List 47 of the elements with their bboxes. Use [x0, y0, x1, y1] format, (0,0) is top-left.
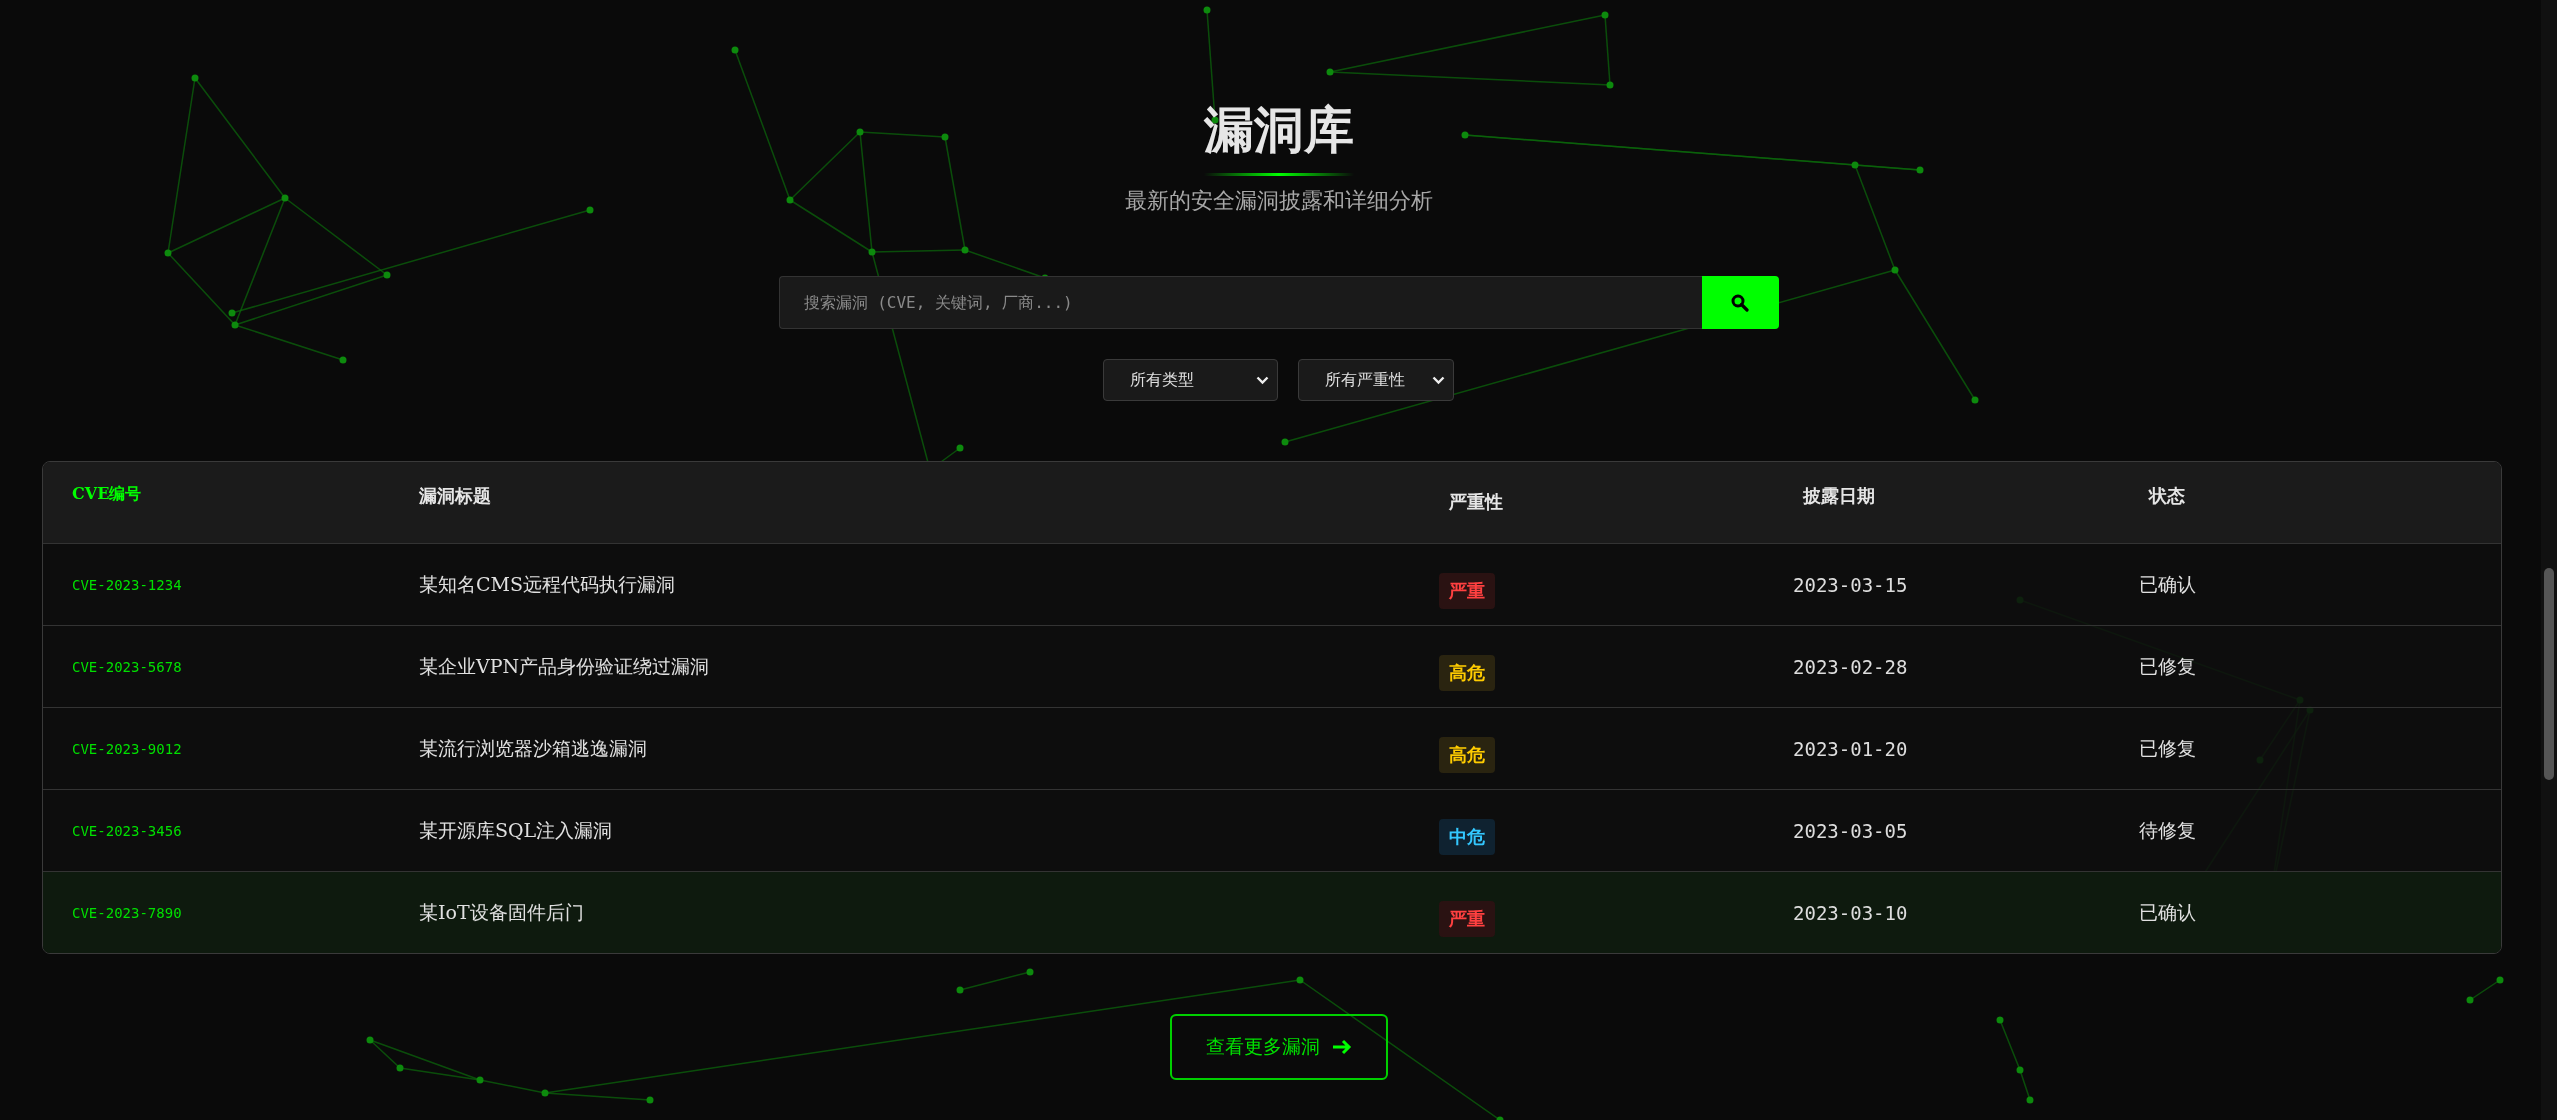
column-header: 状态	[2149, 484, 2186, 508]
status-text: 待修复	[2139, 817, 2197, 843]
cve-id[interactable]: CVE-2023-9012	[43, 740, 419, 757]
table-row[interactable]: CVE-2023-1234 某知名CMS远程代码执行漏洞 严重 2023-03-15 已确认	[43, 543, 2501, 625]
table-row[interactable]: CVE-2023-5678 某企业VPN产品身份验证绕过漏洞 高危 2023-02-28 已修复	[43, 625, 2501, 707]
column-header: 漏洞标题	[419, 484, 492, 508]
status-text: 已修复	[2139, 653, 2197, 679]
cve-id[interactable]: CVE-2023-7890	[43, 904, 419, 921]
column-header: 披露日期	[1803, 484, 1876, 508]
search-field[interactable]: 搜索漏洞 (CVE, 关键词, 厂商...)	[778, 276, 1702, 329]
severity-badge: 严重	[1439, 900, 1495, 937]
vulnerability-title: 某开源库SQL注入漏洞	[419, 817, 614, 843]
scrollbar[interactable]	[2541, 0, 2557, 1120]
status-text: 已确认	[2139, 571, 2197, 597]
column-header: CVE编号	[71, 484, 143, 505]
view-more-button[interactable]: 查看更多漏洞	[1169, 1014, 1388, 1080]
disclosure-date: 2023-03-05	[1793, 819, 1909, 842]
cve-id[interactable]: CVE-2023-1234	[43, 576, 419, 593]
status-text: 已修复	[2139, 735, 2197, 761]
chevron-down-icon	[1256, 375, 1269, 385]
scrollbar-thumb[interactable]	[2544, 568, 2554, 780]
status-text: 已确认	[2139, 899, 2197, 925]
filter-dropdown[interactable]: 所有严重性	[1298, 359, 1454, 401]
table-row[interactable]: CVE-2023-7890 某IoT设备固件后门 严重 2023-03-10 已确认	[43, 871, 2501, 953]
page-title: 漏洞库	[1203, 99, 1354, 161]
disclosure-date: 2023-02-28	[1793, 655, 1909, 678]
page-subtitle: 最新的安全漏洞披露和详细分析	[1124, 187, 1433, 215]
vulnerability-title: 某企业VPN产品身份验证绕过漏洞	[419, 653, 711, 679]
severity-badge: 中危	[1439, 818, 1495, 855]
arrow-right-icon	[1331, 1039, 1352, 1055]
table-row[interactable]: CVE-2023-9012 某流行浏览器沙箱逃逸漏洞 高危 2023-01-20 已修复	[43, 707, 2501, 789]
search-button[interactable]	[1701, 276, 1779, 329]
search-icon	[1731, 293, 1749, 312]
severity-badge: 严重	[1439, 572, 1495, 609]
vulnerability-title: 某知名CMS远程代码执行漏洞	[419, 571, 676, 597]
disclosure-date: 2023-01-20	[1793, 737, 1909, 760]
severity-badge: 高危	[1439, 736, 1495, 773]
cve-id[interactable]: CVE-2023-5678	[43, 658, 419, 675]
cve-id[interactable]: CVE-2023-3456	[43, 822, 419, 839]
vulnerability-title: 某流行浏览器沙箱逃逸漏洞	[419, 735, 648, 761]
severity-badge: 高危	[1439, 654, 1495, 691]
vulnerability-title: 某IoT设备固件后门	[419, 899, 585, 925]
chevron-down-icon	[1432, 375, 1445, 385]
disclosure-date: 2023-03-10	[1793, 901, 1909, 924]
column-header: 严重性	[1449, 490, 1504, 514]
disclosure-date: 2023-03-15	[1793, 573, 1909, 596]
filter-dropdown[interactable]: 所有类型	[1103, 359, 1278, 401]
